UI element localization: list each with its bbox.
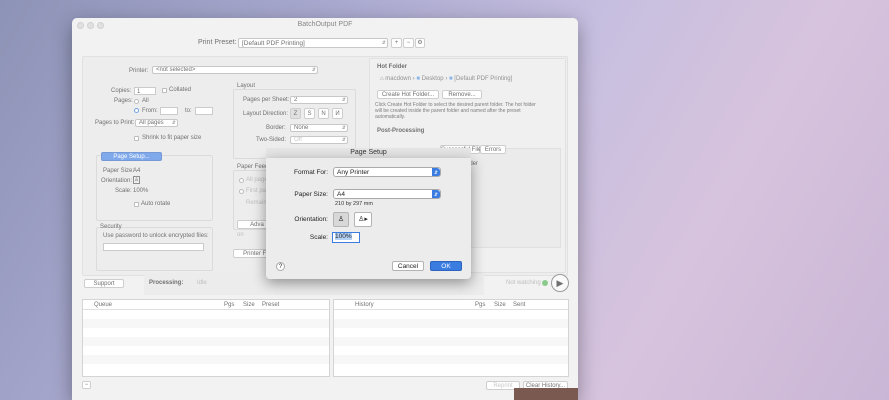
background-image-fragment	[514, 388, 578, 400]
page-setup-title: Page Setup	[266, 148, 471, 158]
help-button[interactable]: ?	[276, 262, 285, 271]
orientation-label: Orientation:	[294, 216, 328, 223]
format-for-value: Any Printer	[337, 169, 370, 176]
format-for-label: Format For:	[294, 169, 328, 176]
scale-value: 100%	[335, 233, 352, 240]
paper-dimensions: 210 by 297 mm	[335, 201, 373, 207]
cancel-button[interactable]: Cancel	[392, 261, 424, 271]
page-setup-sheet: Format For: Any Printer ⇵ Paper Size: A4 ⇵…	[266, 158, 471, 279]
popup-arrows-icon: ⇵	[432, 168, 440, 176]
ok-button[interactable]: OK	[430, 261, 462, 271]
paper-size-popup[interactable]: A4 ⇵	[333, 189, 441, 199]
format-for-popup[interactable]: Any Printer ⇵	[333, 167, 441, 177]
paper-size-value: A4	[337, 191, 345, 198]
scale-field[interactable]: 100%	[332, 232, 360, 243]
portrait-orientation-icon[interactable]: ♙	[333, 212, 349, 227]
paper-size-label: Paper Size:	[294, 191, 328, 198]
popup-arrows-icon: ⇵	[432, 190, 440, 198]
landscape-orientation-icon[interactable]: ♙▸	[354, 212, 372, 227]
scale-label: Scale:	[309, 234, 328, 241]
